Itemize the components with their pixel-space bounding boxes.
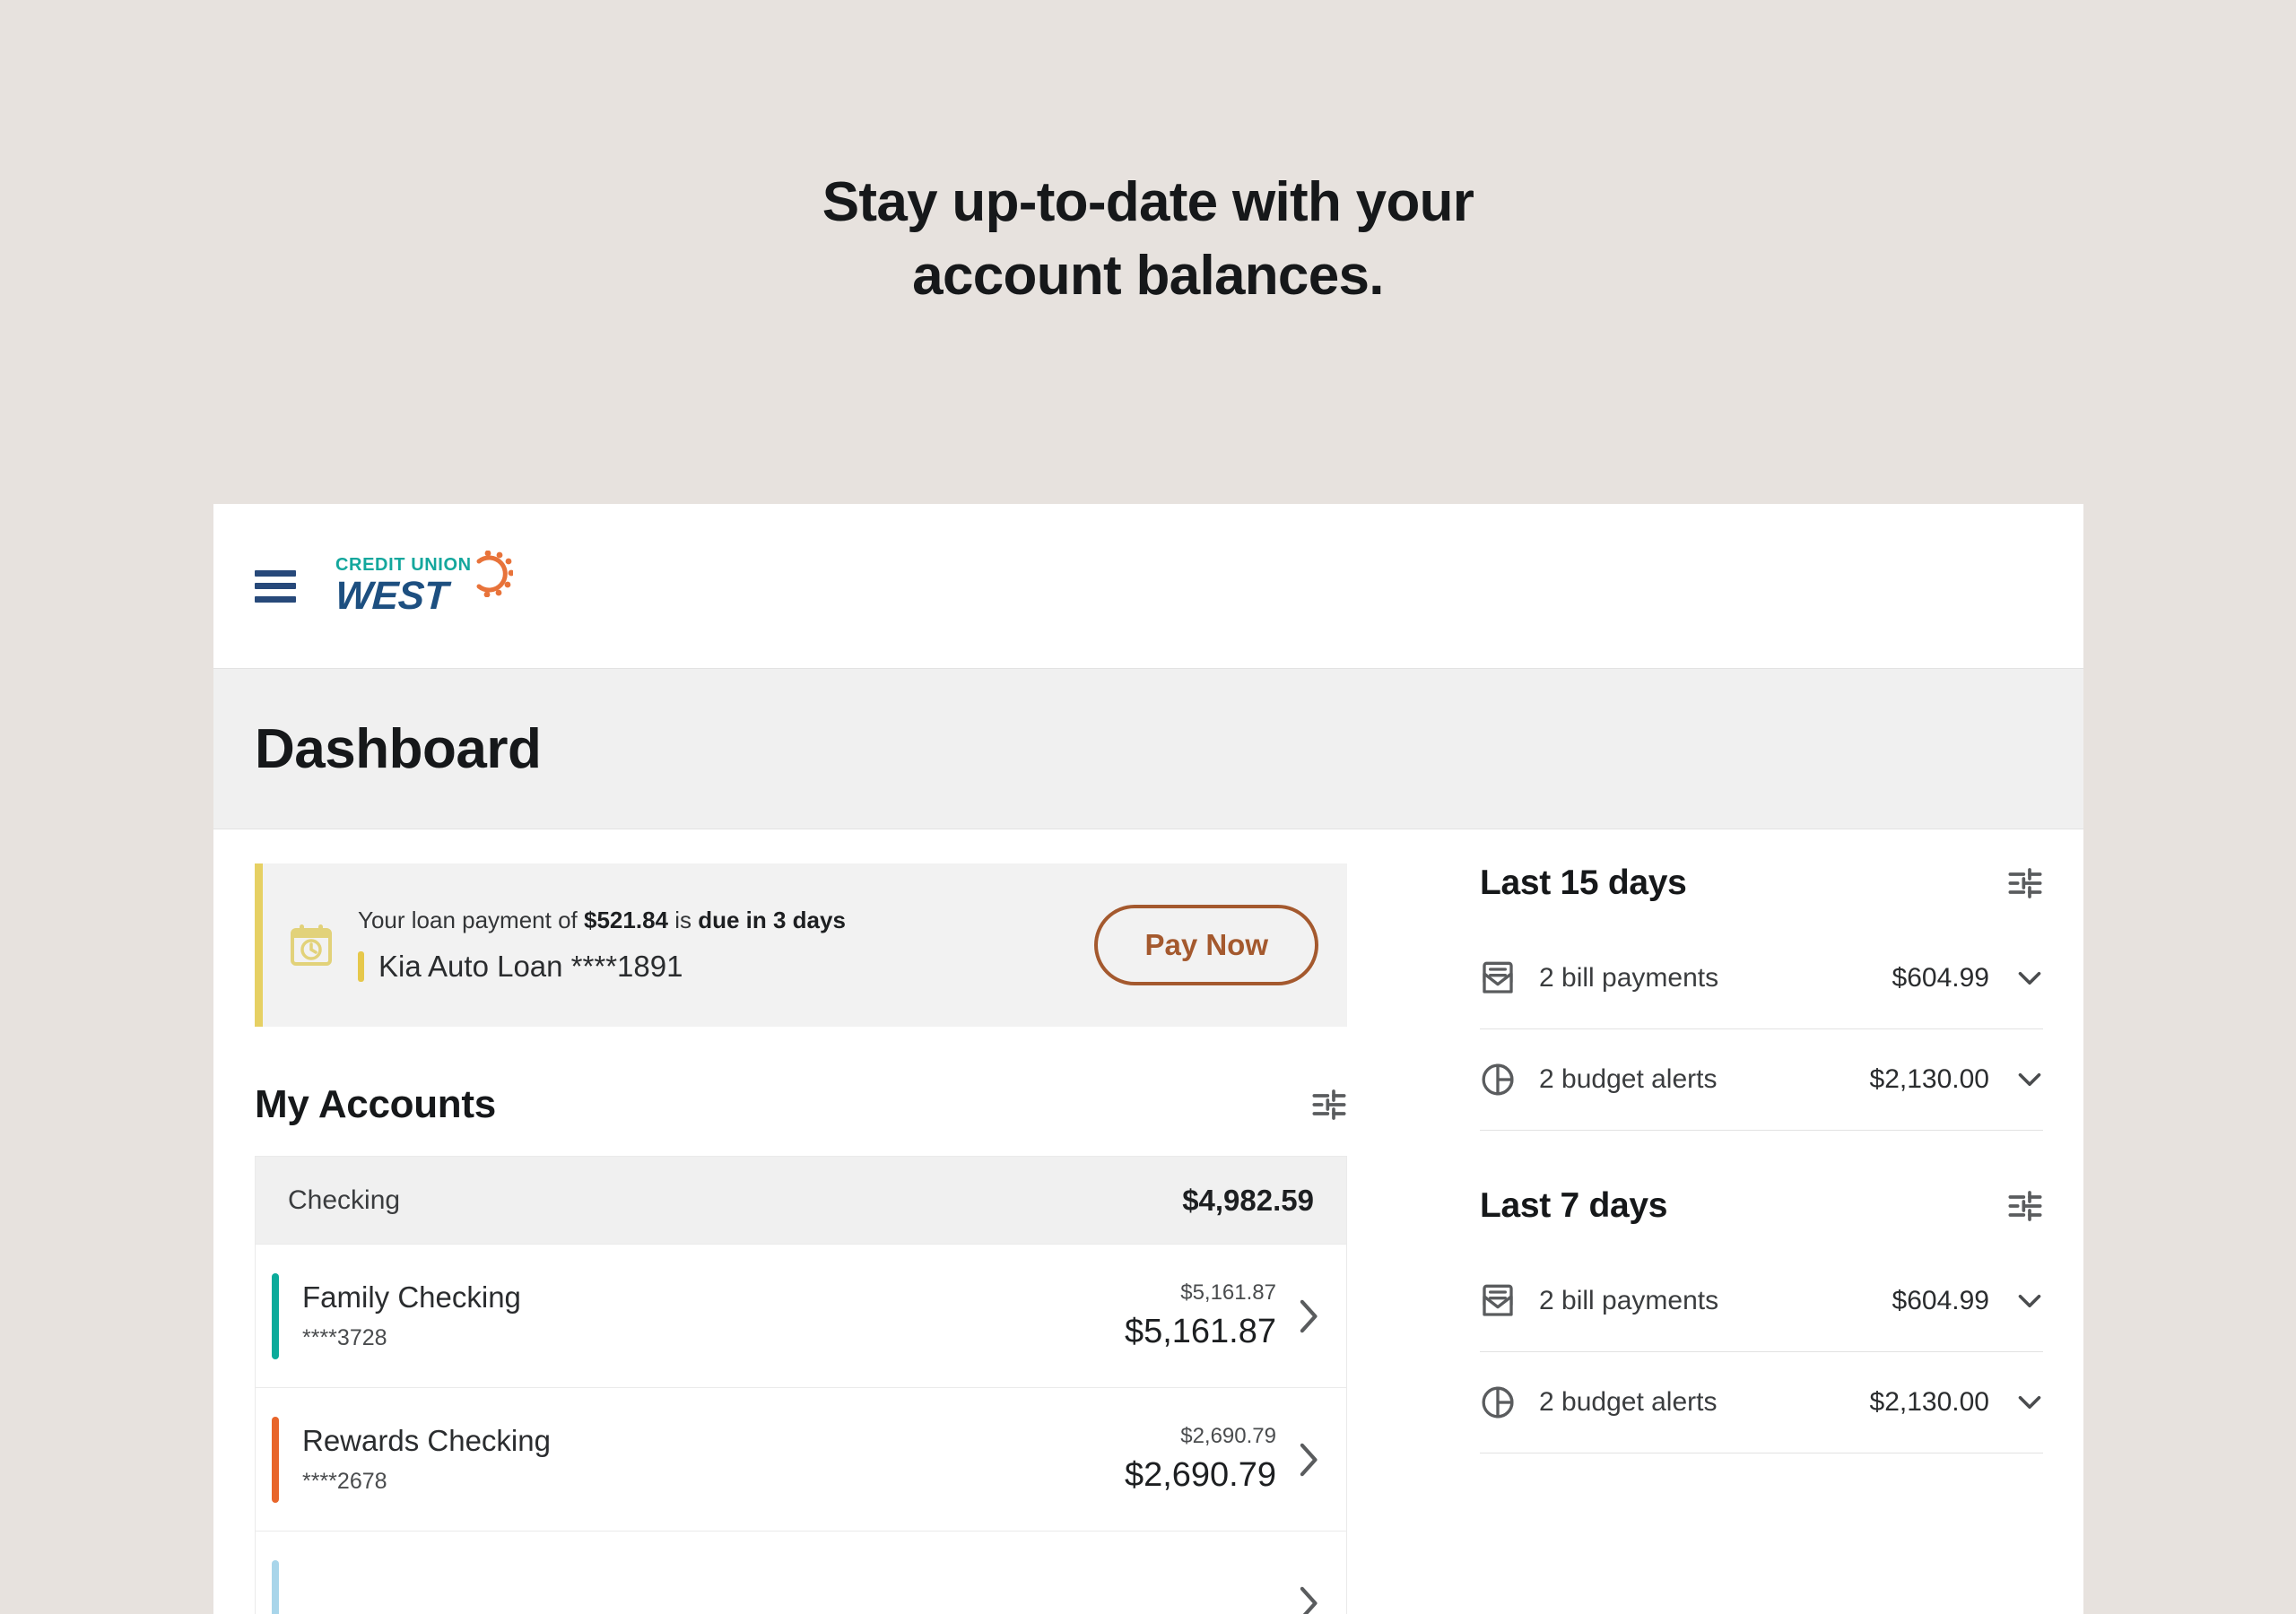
tune-icon[interactable] <box>2007 1188 2043 1224</box>
hamburger-line <box>255 595 296 603</box>
chevron-down-icon[interactable] <box>2016 1393 2043 1411</box>
right-column: Last 15 days 2 bill payments $604.99 2 b… <box>1480 863 2043 1614</box>
alert-message-prefix: Your loan payment of <box>358 907 584 934</box>
account-group-total: $4,982.59 <box>1182 1183 1314 1217</box>
hero-headline-line1: Stay up-to-date with your <box>822 171 1474 233</box>
account-group-checking: Checking $4,982.59 Family Checking ****3… <box>255 1156 1347 1614</box>
loan-payment-alert: Your loan payment of $521.84 is due in 3… <box>255 863 1347 1027</box>
summary-row-bill-payments[interactable]: 2 bill payments $604.99 <box>1480 1251 2043 1352</box>
summary-row-amount: $2,130.00 <box>1869 1064 1989 1094</box>
account-name: Rewards Checking <box>302 1424 551 1458</box>
summary-section-last-7-days: Last 7 days 2 bill payments $604.99 2 bu… <box>1480 1186 2043 1453</box>
account-info <box>302 1598 1276 1609</box>
account-mask: ****3728 <box>302 1325 387 1351</box>
page-title: Dashboard <box>255 717 542 780</box>
chevron-down-icon[interactable] <box>2016 969 2043 987</box>
account-row[interactable]: Rewards Checking ****2678 $2,690.79 $2,6… <box>256 1388 1346 1532</box>
summary-row-label: 2 bill payments <box>1539 1286 1719 1315</box>
account-row[interactable] <box>256 1532 1346 1614</box>
hamburger-line <box>255 583 296 589</box>
dashboard-content: Your loan payment of $521.84 is due in 3… <box>213 829 2083 1614</box>
brand-name-top: CREDIT UNION <box>335 555 472 575</box>
account-current-balance: $2,690.79 <box>1124 1456 1276 1494</box>
summary-row-label: 2 budget alerts <box>1539 1064 1718 1094</box>
pay-now-button[interactable]: Pay Now <box>1094 905 1318 985</box>
app-window: CREDIT UNION WEST Dashboard Your loan pa… <box>213 504 2083 1614</box>
summary-row-budget-alerts[interactable]: 2 budget alerts $2,130.00 <box>1480 1352 2043 1453</box>
account-amounts: $5,161.87 $5,161.87 <box>1125 1280 1276 1351</box>
tune-icon[interactable] <box>1311 1087 1347 1123</box>
account-amounts: $2,690.79 $2,690.79 <box>1125 1424 1276 1495</box>
alert-amount: $521.84 <box>584 907 668 934</box>
account-accent-bar <box>272 1559 279 1614</box>
alert-message: Your loan payment of $521.84 is due in 3… <box>358 907 1094 934</box>
account-accent-bar <box>272 1416 279 1503</box>
chevron-right-icon[interactable] <box>1298 1441 1321 1479</box>
chevron-right-icon[interactable] <box>1298 1584 1321 1614</box>
account-current-balance: $5,161.87 <box>1124 1313 1276 1350</box>
hero-headline: Stay up-to-date with your account balanc… <box>520 166 1776 313</box>
sun-burst-icon <box>476 551 513 597</box>
left-column: Your loan payment of $521.84 is due in 3… <box>255 863 1347 1614</box>
hero-headline-line2: account balances. <box>912 244 1384 307</box>
page-title-band: Dashboard <box>213 668 2083 829</box>
account-row[interactable]: Family Checking ****3728 $5,161.87 $5,16… <box>256 1245 1346 1388</box>
account-accent-bar <box>272 1272 279 1359</box>
summary-row-amount: $604.99 <box>1892 963 1989 993</box>
summary-row-bill-payments[interactable]: 2 bill payments $604.99 <box>1480 928 2043 1029</box>
pie-chart-icon <box>1482 1386 1514 1419</box>
hero-section: Stay up-to-date with your account balanc… <box>0 0 2296 504</box>
summary-row-label: 2 budget alerts <box>1539 1387 1718 1417</box>
calendar-clock-icon <box>291 924 332 966</box>
account-available-balance: $2,690.79 <box>1180 1424 1276 1449</box>
account-mask: ****2678 <box>302 1469 387 1495</box>
summary-row-budget-alerts[interactable]: 2 budget alerts $2,130.00 <box>1480 1029 2043 1131</box>
summary-header: Last 7 days <box>1480 1186 2043 1226</box>
chevron-down-icon[interactable] <box>2016 1292 2043 1310</box>
alert-text-block: Your loan payment of $521.84 is due in 3… <box>358 907 1094 983</box>
brand-logo[interactable]: CREDIT UNION WEST <box>334 551 513 618</box>
summary-title: Last 7 days <box>1480 1186 1668 1225</box>
account-info: Rewards Checking ****2678 <box>302 1424 1125 1494</box>
brand-name-bottom: WEST <box>334 574 449 618</box>
summary-row-label: 2 bill payments <box>1539 963 1719 993</box>
summary-row-amount: $2,130.00 <box>1869 1387 1989 1417</box>
alert-message-middle: is <box>667 907 699 934</box>
summary-header: Last 15 days <box>1480 863 2043 903</box>
my-accounts-title: My Accounts <box>255 1082 496 1126</box>
my-accounts-header: My Accounts <box>255 1082 1347 1127</box>
summary-section-last-15-days: Last 15 days 2 bill payments $604.99 2 b… <box>1480 863 2043 1131</box>
account-info: Family Checking ****3728 <box>302 1280 1125 1350</box>
account-available-balance: $5,161.87 <box>1180 1280 1276 1306</box>
chevron-right-icon[interactable] <box>1298 1297 1321 1335</box>
chevron-down-icon[interactable] <box>2016 1071 2043 1089</box>
hamburger-menu-icon[interactable] <box>255 569 296 603</box>
tune-icon[interactable] <box>2007 865 2043 901</box>
hamburger-line <box>255 569 296 577</box>
summary-row-amount: $604.99 <box>1892 1286 1989 1315</box>
account-name: Family Checking <box>302 1280 521 1315</box>
alert-account-name: Kia Auto Loan ****1891 <box>358 950 1094 984</box>
account-group-header: Checking $4,982.59 <box>256 1157 1346 1245</box>
pie-chart-icon <box>1482 1063 1514 1096</box>
account-group-name: Checking <box>288 1184 401 1215</box>
envelope-bill-icon <box>1483 961 1513 994</box>
envelope-bill-icon <box>1483 1284 1513 1316</box>
summary-title: Last 15 days <box>1480 863 1687 902</box>
app-header: CREDIT UNION WEST <box>213 504 2083 668</box>
alert-due-text: due in 3 days <box>698 907 846 934</box>
